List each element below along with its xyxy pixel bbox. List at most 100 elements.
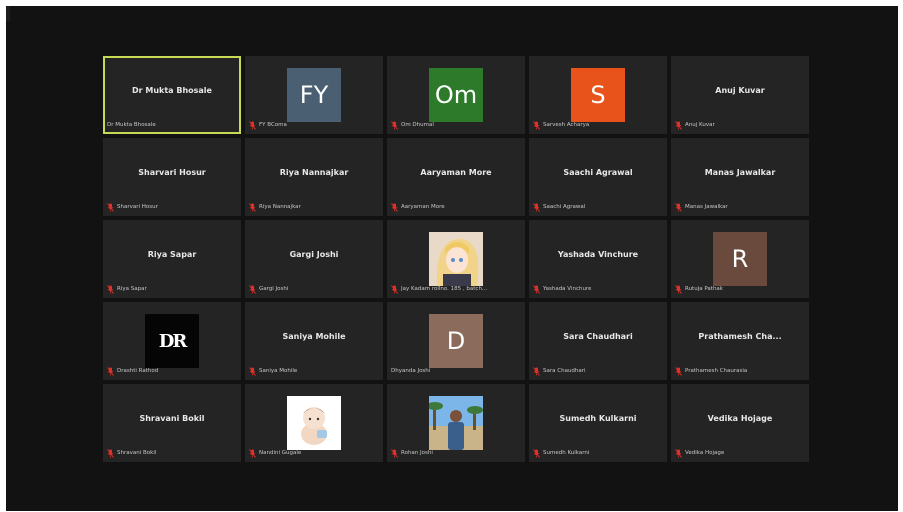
participant-display-name: Gargi Joshi xyxy=(289,250,339,259)
participant-display-name: Sumedh Kulkarni xyxy=(559,414,637,423)
muted-mic-icon xyxy=(675,202,682,212)
participant-tile-prathamesh-chaurasia[interactable]: Prathamesh Cha... Prathamesh Chaurasia xyxy=(671,302,809,380)
meeting-window: Dr Mukta Bhosale Dr Mukta Bhosale FY FY BCo… xyxy=(6,6,898,511)
participant-tile-sarvesh-acharya[interactable]: S Sarvesh Acharya xyxy=(529,56,667,134)
participant-display-name: Aaryaman More xyxy=(420,168,492,177)
avatar-outdoor-photo xyxy=(429,396,483,450)
muted-mic-icon xyxy=(249,366,256,376)
participant-name-label: Om Dhumal xyxy=(401,122,434,128)
participant-tile-dhyanda-joshi[interactable]: D Dhyanda Joshi xyxy=(387,302,525,380)
avatar-anime-photo xyxy=(429,232,483,286)
participant-label-bar: Riya Nannajkar xyxy=(249,202,379,212)
participant-tile-shravani-bokil[interactable]: Shravani Bokil Shravani Bokil xyxy=(103,384,241,462)
participant-name-label: Sumedh Kulkarni xyxy=(543,450,590,456)
participant-label-bar: Vedika Hojage xyxy=(675,448,805,458)
muted-mic-icon xyxy=(107,448,114,458)
participant-tile-om-dhumal[interactable]: Om Om Dhumal xyxy=(387,56,525,134)
participant-name-label: Rohan Joshi xyxy=(401,450,433,456)
muted-mic-icon xyxy=(391,448,398,458)
participant-tile-sharvari-hosur[interactable]: Sharvari Hosur Sharvari Hosur xyxy=(103,138,241,216)
participant-display-name: Prathamesh Cha... xyxy=(698,332,782,341)
avatar-initials: R xyxy=(731,245,749,273)
avatar-initials: Om xyxy=(434,81,478,109)
participant-name-label: Rutuja Pathak xyxy=(685,286,723,292)
participant-tile-aaryaman-more[interactable]: Aaryaman More Aaryaman More xyxy=(387,138,525,216)
participant-display-name: Anuj Kuvar xyxy=(715,86,765,95)
avatar: R xyxy=(713,232,767,286)
participant-label-bar: Manas Jawalkar xyxy=(675,202,805,212)
avatar: DR xyxy=(145,314,199,368)
participant-tile-saniya-mohile[interactable]: Saniya Mohile Saniya Mohile xyxy=(245,302,383,380)
avatar-monogram-logo: DR xyxy=(158,330,188,352)
muted-mic-icon xyxy=(675,448,682,458)
participant-name-label: Anuj Kuvar xyxy=(685,122,715,128)
muted-mic-icon xyxy=(533,366,540,376)
gallery-view-grid: Dr Mukta Bhosale Dr Mukta Bhosale FY FY BCo… xyxy=(103,56,811,462)
participant-label-bar: Nandini Gugale xyxy=(249,448,379,458)
muted-mic-icon xyxy=(675,284,682,294)
participant-label-bar: Gargi Joshi xyxy=(249,284,379,294)
participant-name-label: FY BComa xyxy=(259,122,287,128)
participant-tile-fy-bcoma[interactable]: FY FY BComa xyxy=(245,56,383,134)
muted-mic-icon xyxy=(107,202,114,212)
participant-tile-nandini-gugale[interactable]: Nandini Gugale xyxy=(245,384,383,462)
participant-label-bar: Saachi Agrawal xyxy=(533,202,663,212)
participant-name-label: Sara Chaudhari xyxy=(543,368,586,374)
participant-tile-sara-chaudhari[interactable]: Sara Chaudhari Sara Chaudhari xyxy=(529,302,667,380)
muted-mic-icon xyxy=(533,120,540,130)
muted-mic-icon xyxy=(107,284,114,294)
muted-mic-icon xyxy=(107,366,114,376)
muted-mic-icon xyxy=(533,202,540,212)
participant-display-name: Riya Sapar xyxy=(147,250,197,259)
participant-name-label: Prathamesh Chaurasia xyxy=(685,368,748,374)
muted-mic-icon xyxy=(249,120,256,130)
muted-mic-icon xyxy=(675,120,682,130)
participant-display-name: Dr Mukta Bhosale xyxy=(132,86,212,95)
participant-name-label: Sharvari Hosur xyxy=(117,204,158,210)
participant-label-bar: Aaryaman More xyxy=(391,202,521,212)
muted-mic-icon xyxy=(391,120,398,130)
participant-tile-sumedh-kulkarni[interactable]: Sumedh Kulkarni Sumedh Kulkarni xyxy=(529,384,667,462)
participant-tile-yashada-vinchure[interactable]: Yashada Vinchure Yashada Vinchure xyxy=(529,220,667,298)
participant-name-label: Vedika Hojage xyxy=(685,450,725,456)
participant-tile-rohan-joshi[interactable]: Rohan Joshi xyxy=(387,384,525,462)
muted-mic-icon xyxy=(391,284,398,294)
participant-name-label: Drashti Rathod xyxy=(117,368,159,374)
participant-label-bar: Drashti Rathod xyxy=(107,366,237,376)
avatar xyxy=(429,396,483,450)
avatar: D xyxy=(429,314,483,368)
participant-tile-anuj-kuvar[interactable]: Anuj Kuvar Anuj Kuvar xyxy=(671,56,809,134)
avatar xyxy=(287,396,341,450)
participant-tile-rutuja-pathak[interactable]: R Rutuja Pathak xyxy=(671,220,809,298)
muted-mic-icon xyxy=(391,202,398,212)
avatar: Om xyxy=(429,68,483,122)
participant-tile-saachi-agrawal[interactable]: Saachi Agrawal Saachi Agrawal xyxy=(529,138,667,216)
window-edge-marker xyxy=(6,6,10,21)
participant-tile-riya-sapar[interactable]: Riya Sapar Riya Sapar xyxy=(103,220,241,298)
participant-display-name: Sara Chaudhari xyxy=(563,332,633,341)
participant-display-name: Saniya Mohile xyxy=(282,332,346,341)
muted-mic-icon xyxy=(249,202,256,212)
participant-name-label: Aaryaman More xyxy=(401,204,445,210)
participant-tile-manas-jawalkar[interactable]: Manas Jawalkar Manas Jawalkar xyxy=(671,138,809,216)
participant-name-label: Dhyanda Joshi xyxy=(391,368,431,374)
participant-tile-gargi-joshi[interactable]: Gargi Joshi Gargi Joshi xyxy=(245,220,383,298)
participant-tile-dr-mukta-bhosale[interactable]: Dr Mukta Bhosale Dr Mukta Bhosale xyxy=(103,56,241,134)
participant-label-bar: Rohan Joshi xyxy=(391,448,521,458)
participant-tile-jay-kadam-rollno-185-batch[interactable]: Jay Kadam rollno. 185 , batch... xyxy=(387,220,525,298)
avatar-initials: S xyxy=(590,81,606,109)
participant-label-bar: Shravani Bokil xyxy=(107,448,237,458)
participant-label-bar: Prathamesh Chaurasia xyxy=(675,366,805,376)
participant-tile-vedika-hojage[interactable]: Vedika Hojage Vedika Hojage xyxy=(671,384,809,462)
participant-label-bar: Sharvari Hosur xyxy=(107,202,237,212)
participant-tile-drashti-rathod[interactable]: DR Drashti Rathod xyxy=(103,302,241,380)
participant-display-name: Shravani Bokil xyxy=(139,414,205,423)
participant-label-bar: Om Dhumal xyxy=(391,120,521,130)
participant-name-label: Riya Nannajkar xyxy=(259,204,301,210)
participant-label-bar: Riya Sapar xyxy=(107,284,237,294)
participant-label-bar: Anuj Kuvar xyxy=(675,120,805,130)
participant-tile-riya-nannajkar[interactable]: Riya Nannajkar Riya Nannajkar xyxy=(245,138,383,216)
participant-name-label: Shravani Bokil xyxy=(117,450,157,456)
avatar-cartoon-photo xyxy=(287,396,341,450)
avatar: S xyxy=(571,68,625,122)
